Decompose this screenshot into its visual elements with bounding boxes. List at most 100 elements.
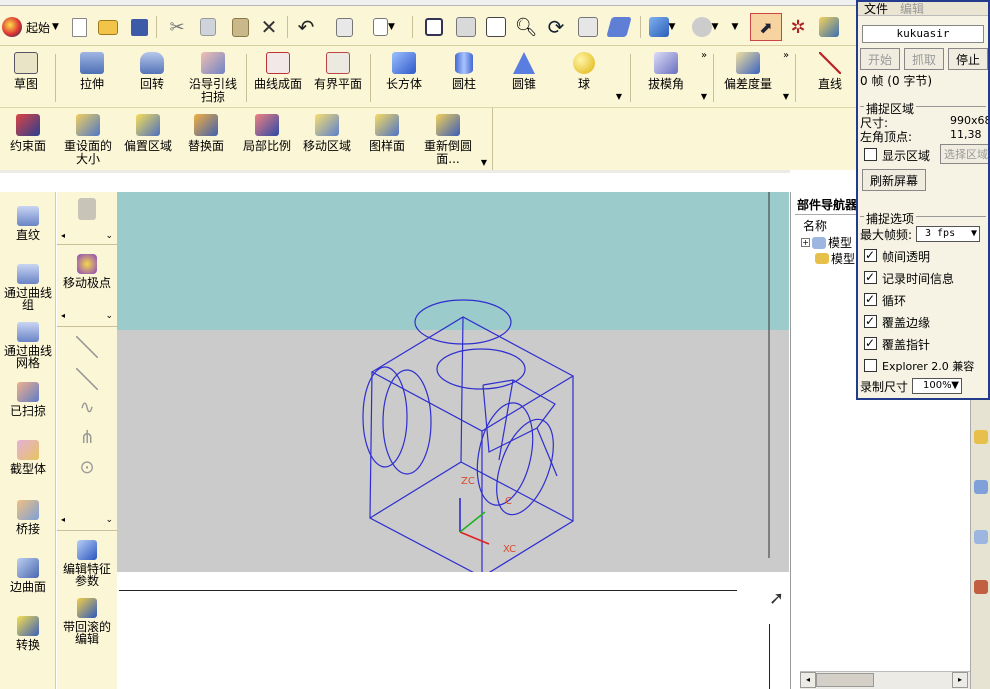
explorer-compat-checkbox[interactable]	[864, 359, 877, 372]
select-region-button[interactable]: 选择区域	[940, 144, 988, 164]
zoom-button[interactable]: 🔍︎	[514, 13, 538, 41]
ribbon-expand-button[interactable]: »	[780, 49, 792, 62]
open-file-button[interactable]	[96, 13, 120, 41]
extrude-button[interactable]: 拉伸	[66, 52, 118, 91]
convert-button[interactable]: 转换	[0, 616, 56, 651]
grab-button[interactable]: 抓取	[904, 48, 944, 70]
pan-button[interactable]	[576, 13, 600, 41]
chevron-left-icon[interactable]: ◂	[61, 230, 65, 242]
nav-row-model-2[interactable]: 模型	[815, 250, 855, 267]
ribbon-expand-button[interactable]: »	[698, 49, 710, 62]
info-button[interactable]: ▼	[368, 13, 400, 41]
view-orient-button[interactable]: ▼	[686, 13, 724, 41]
point-tool-button[interactable]: ⊙	[57, 459, 117, 477]
revolve-button[interactable]: 回转	[126, 52, 178, 91]
split-tool-button[interactable]: ⋔	[57, 429, 117, 447]
resource-icon-1[interactable]	[974, 430, 988, 444]
edit-feature-button[interactable]: 编辑特征 参数	[57, 540, 117, 587]
ribbon-more-button[interactable]: ▼	[780, 90, 792, 103]
line-tool-button[interactable]	[57, 336, 117, 358]
expand-plus-icon[interactable]: +	[801, 238, 810, 247]
record-size-select[interactable]: 100% ▼	[912, 378, 962, 394]
undo-button[interactable]: ↶	[294, 13, 318, 41]
local-scale-button[interactable]: 局部比例	[238, 114, 296, 153]
fit-view-button[interactable]	[422, 13, 446, 41]
line2-tool-button[interactable]	[57, 368, 117, 390]
menu-edit[interactable]: 编辑	[900, 2, 924, 17]
selection-filter-button[interactable]: ⬈	[750, 13, 782, 41]
new-file-button[interactable]	[68, 13, 90, 41]
chevron-down-icon[interactable]: ⌄	[105, 514, 113, 526]
record-time-checkbox[interactable]	[864, 270, 877, 284]
swept-button[interactable]: 已扫掠	[0, 382, 56, 417]
toolbar-more-button[interactable]: ▼	[728, 13, 742, 41]
save-button[interactable]	[128, 13, 150, 41]
resource-icon-2[interactable]	[974, 480, 988, 494]
chevron-left-icon[interactable]: ◂	[61, 514, 65, 526]
stop-button[interactable]: 停止	[948, 48, 988, 70]
transparent-checkbox[interactable]	[864, 248, 877, 262]
line-button[interactable]: 直线	[806, 52, 854, 91]
pole-tool-button[interactable]	[57, 198, 117, 220]
tool-button-extra[interactable]	[816, 13, 842, 41]
reblend-face-button[interactable]: 重新倒圆 面...	[418, 114, 478, 166]
horizontal-scrollbar[interactable]: ◂ ▸	[800, 671, 970, 689]
rotate-button[interactable]: ⟳	[544, 13, 568, 41]
ribbon-more-button[interactable]: ▼	[612, 90, 626, 103]
cone-button[interactable]: 圆锥	[500, 52, 548, 91]
paste-button[interactable]	[228, 13, 252, 41]
cover-cursor-checkbox[interactable]	[864, 336, 877, 350]
name-column-header[interactable]: 名称	[803, 217, 827, 234]
resource-icon-4[interactable]	[974, 580, 988, 594]
loop-checkbox[interactable]	[864, 292, 877, 306]
max-fps-select[interactable]: 3 fps ▼	[916, 226, 980, 242]
refresh-screen-button[interactable]: 刷新屏幕	[862, 169, 926, 191]
section-body-button[interactable]: 截型体	[0, 440, 56, 475]
chevron-down-icon[interactable]: ⌄	[105, 230, 113, 242]
ribbon-more-button[interactable]: ▼	[478, 156, 490, 169]
edit-rollback-button[interactable]: 带回滚的 编辑	[57, 598, 117, 645]
bridge-button[interactable]: 桥接	[0, 500, 56, 535]
sweep-along-guide-button[interactable]: 沿导引线 扫掠	[182, 52, 244, 104]
through-curves-button[interactable]: 通过曲线 组	[0, 264, 56, 311]
through-curve-mesh-button[interactable]: 通过曲线 网格	[0, 322, 56, 369]
delete-button[interactable]: ✕	[258, 13, 280, 41]
block-button[interactable]: 长方体	[380, 52, 428, 91]
menu-file[interactable]: 文件	[864, 2, 888, 17]
cut-button[interactable]: ✂	[165, 13, 189, 41]
graphics-viewport[interactable]: ZC C XC	[117, 192, 789, 572]
sketch-button[interactable]: 草图	[2, 52, 50, 91]
move-region-button[interactable]: 移动区域	[298, 114, 356, 153]
start-menu-button[interactable]: 起始 ▼	[2, 13, 64, 41]
cylinder-button[interactable]: 圆柱	[440, 52, 488, 91]
replace-face-button[interactable]: 替换面	[180, 114, 232, 153]
chevron-down-icon[interactable]: ⌄	[105, 310, 113, 322]
move-pole-button[interactable]: 移动极点	[57, 254, 117, 289]
bounded-plane-button[interactable]: 有界平面	[310, 52, 366, 91]
ribbon-more-button[interactable]: ▼	[698, 90, 710, 103]
draft-angle-button[interactable]: 拔模角	[636, 52, 696, 91]
zoom-area-button[interactable]	[484, 13, 508, 41]
render-style-button[interactable]: ▼	[644, 13, 680, 41]
show-region-checkbox[interactable]	[864, 148, 877, 161]
chevron-left-icon[interactable]: ◂	[61, 310, 65, 322]
sphere-button[interactable]: 球	[560, 52, 608, 91]
ruled-button[interactable]: 直纹	[0, 206, 56, 241]
curve-tool-button[interactable]: ∿	[57, 399, 117, 417]
constrain-face-button[interactable]: 约束面	[2, 114, 54, 153]
resize-face-button[interactable]: 重设面的 大小	[58, 114, 118, 166]
resource-icon-3[interactable]	[974, 530, 988, 544]
snap-point-button[interactable]: ✲	[786, 13, 810, 41]
right-resource-bar[interactable]	[970, 400, 990, 689]
perspective-button[interactable]	[606, 13, 632, 41]
offset-region-button[interactable]: 偏置区域	[120, 114, 176, 153]
zoom-window-button[interactable]	[454, 13, 478, 41]
copy-button[interactable]	[196, 13, 220, 41]
properties-button[interactable]	[332, 13, 356, 41]
nav-row-model[interactable]: + 模型	[801, 234, 852, 251]
scroll-left-icon[interactable]: ◂	[800, 672, 816, 688]
cover-edge-checkbox[interactable]	[864, 314, 877, 328]
scroll-thumb[interactable]	[816, 673, 874, 687]
edge-surface-button[interactable]: 边曲面	[0, 558, 56, 593]
pattern-face-button[interactable]: 图样面	[360, 114, 414, 153]
